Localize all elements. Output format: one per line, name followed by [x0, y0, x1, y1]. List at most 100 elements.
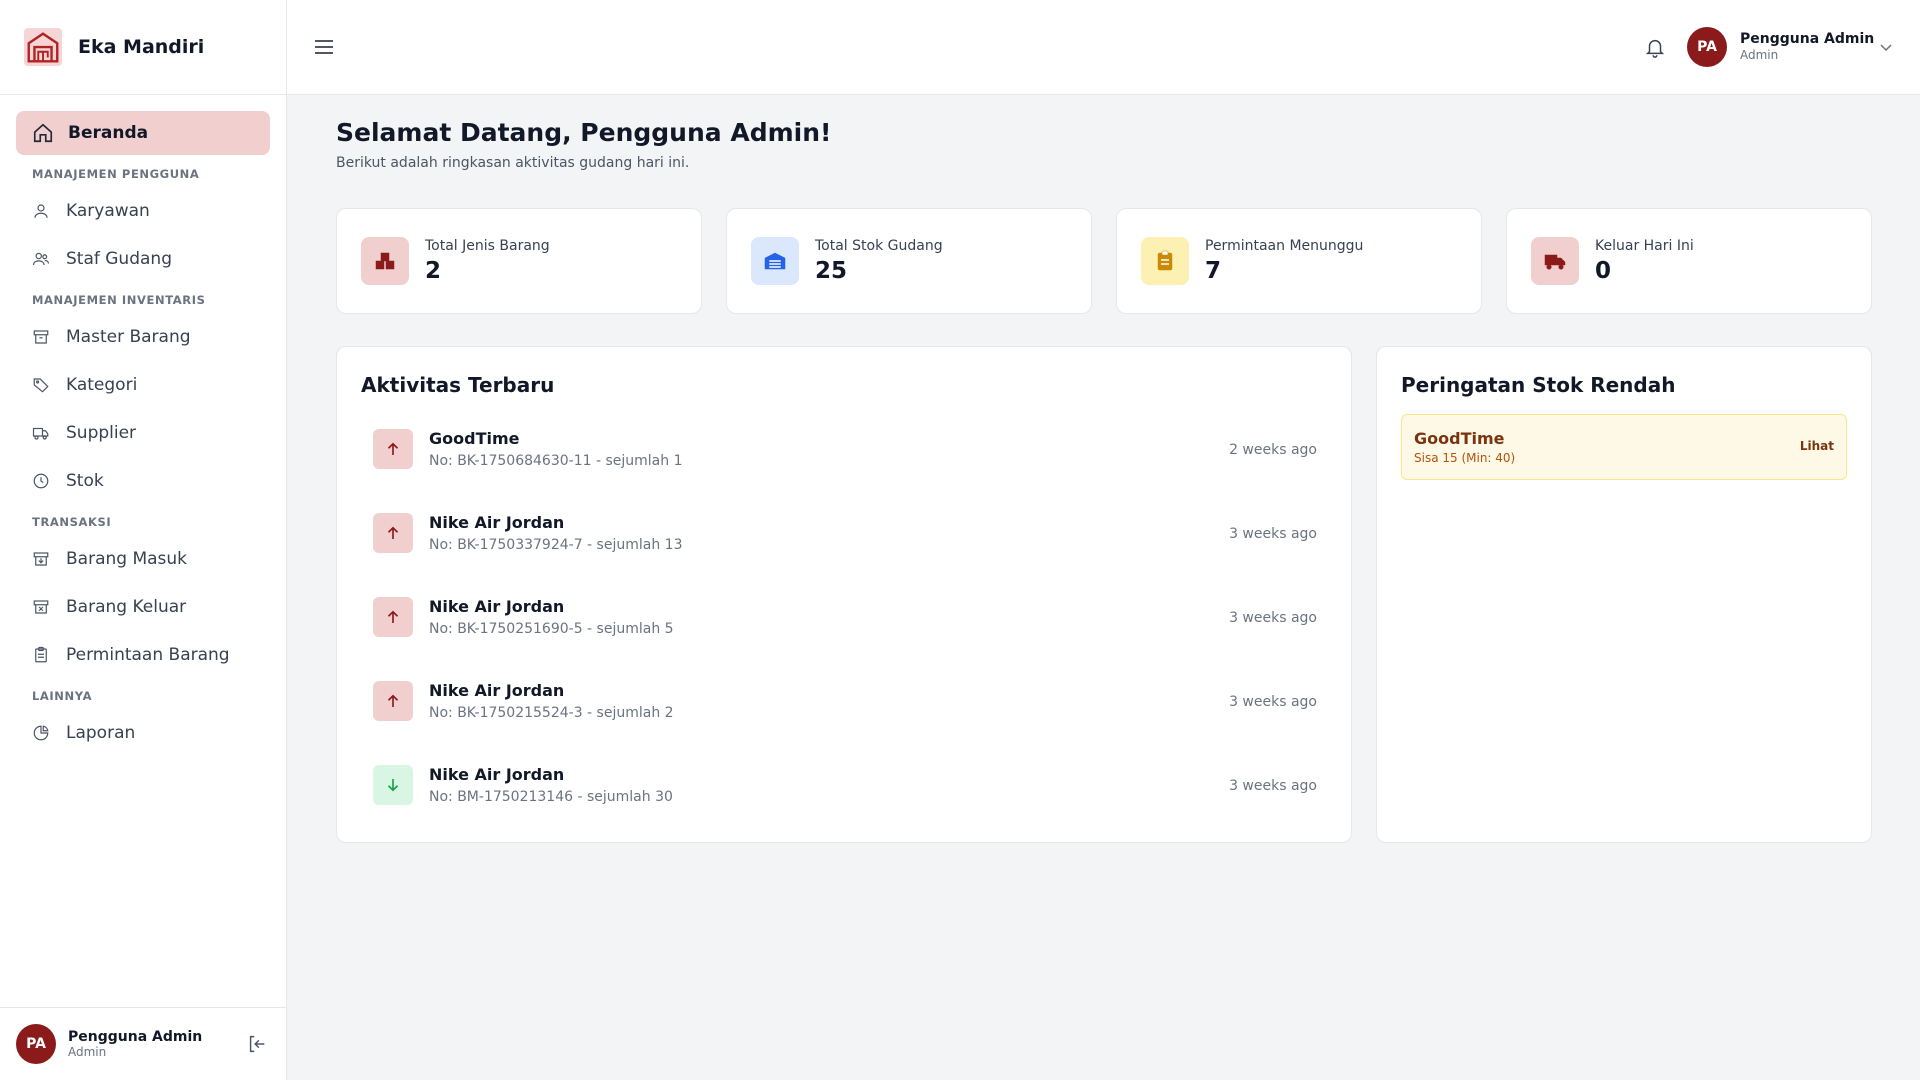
bell-icon[interactable] [1644, 35, 1666, 59]
header-avatar[interactable]: PA [1687, 27, 1727, 67]
stat-card: Total Jenis Barang 2 [336, 208, 702, 314]
activity-item: Nike Air Jordan No: BK-1750337924-7 - sej… [373, 511, 1317, 595]
top-header: PA Pengguna Admin Admin [287, 0, 1920, 95]
sidebar: Eka Mandiri Beranda MANAJEMEN PENGGUNA Ka… [0, 0, 287, 1080]
logout-icon[interactable] [246, 1033, 268, 1055]
stats-row: Total Jenis Barang 2 Total Stok Gudang 25 Pe… [336, 208, 1872, 314]
activity-item: Nike Air Jordan No: BM-1750213146 - sejum… [373, 763, 1317, 847]
sidebar-nav: Beranda MANAJEMEN PENGGUNA Karyawan Staf G… [0, 95, 286, 755]
clipboard-icon [32, 646, 50, 664]
clock-icon [32, 472, 50, 490]
tag-icon [32, 376, 50, 394]
low-stock-item-name: GoodTime [1414, 429, 1505, 448]
stat-label: Total Stok Gudang [815, 238, 943, 254]
activity-item: GoodTime No: BK-1750684630-11 - sejumlah … [373, 427, 1317, 511]
page-title: Selamat Datang, Pengguna Admin! [336, 118, 832, 147]
low-stock-view-link[interactable]: Lihat [1800, 439, 1834, 453]
arrow-up-icon [373, 597, 413, 637]
brand-name: Eka Mandiri [78, 36, 205, 58]
brand[interactable]: Eka Mandiri [0, 0, 286, 95]
activity-list: GoodTime No: BK-1750684630-11 - sejumlah … [373, 427, 1317, 847]
sidebar-item-label: Kategori [66, 375, 138, 395]
sidebar-item-label: Barang Keluar [66, 597, 187, 617]
boxes-icon [361, 237, 409, 285]
archive-icon [32, 328, 50, 346]
sidebar-item-stok[interactable]: Stok [16, 459, 270, 503]
sidebar-item-supplier[interactable]: Supplier [16, 411, 270, 455]
pie-chart-icon [32, 724, 50, 742]
sidebar-item-label: Permintaan Barang [66, 645, 230, 665]
sidebar-item-staf-gudang[interactable]: Staf Gudang [16, 237, 270, 281]
page-subtitle: Berikut adalah ringkasan aktivitas gudan… [336, 155, 690, 171]
sidebar-item-label: Stok [66, 471, 104, 491]
main-content: Selamat Datang, Pengguna Admin! Berikut … [336, 95, 1872, 843]
stat-value: 2 [425, 258, 442, 284]
sidebar-item-permintaan-barang[interactable]: Permintaan Barang [16, 633, 270, 677]
activity-detail: No: BK-1750684630-11 - sejumlah 1 [429, 453, 683, 469]
activity-time: 3 weeks ago [1229, 526, 1317, 542]
sidebar-section-label: MANAJEMEN INVENTARIS [32, 293, 206, 307]
warehouse-icon [751, 237, 799, 285]
hamburger-menu-icon[interactable] [313, 37, 335, 57]
activity-detail: No: BK-1750337924-7 - sejumlah 13 [429, 537, 683, 553]
sidebar-item-label: Supplier [66, 423, 137, 443]
box-out-icon [32, 598, 50, 616]
activity-time: 3 weeks ago [1229, 778, 1317, 794]
recent-activity-card: Aktivitas Terbaru GoodTime No: BK-1750684… [336, 346, 1352, 843]
activity-detail: No: BM-1750213146 - sejumlah 30 [429, 789, 673, 805]
box-in-icon [32, 550, 50, 568]
activity-detail: No: BK-1750251690-5 - sejumlah 5 [429, 621, 674, 637]
truck-icon [32, 424, 50, 442]
users-icon [32, 250, 50, 268]
sidebar-section-label: TRANSAKSI [32, 515, 112, 529]
header-user-role: Admin [1740, 48, 1779, 62]
arrow-up-icon [373, 513, 413, 553]
clipboard-icon [1141, 237, 1189, 285]
arrow-up-icon [373, 681, 413, 721]
home-icon [32, 122, 54, 144]
activity-time: 3 weeks ago [1229, 610, 1317, 626]
sidebar-item-master-barang[interactable]: Master Barang [16, 315, 270, 359]
sidebar-item-label: Karyawan [66, 201, 150, 221]
stat-label: Permintaan Menunggu [1205, 238, 1364, 254]
warehouse-logo-icon [24, 28, 62, 66]
activity-item: Nike Air Jordan No: BK-1750215524-3 - sej… [373, 679, 1317, 763]
activity-title: Nike Air Jordan [429, 597, 565, 616]
user-role: Admin [68, 1045, 107, 1059]
sidebar-section-label: LAINNYA [32, 689, 93, 703]
stat-label: Keluar Hari Ini [1595, 238, 1694, 254]
stat-value: 0 [1595, 258, 1612, 284]
sidebar-section-label: MANAJEMEN PENGGUNA [32, 167, 200, 181]
low-stock-title: Peringatan Stok Rendah [1401, 373, 1676, 397]
user-icon [32, 202, 50, 220]
sidebar-item-label: Barang Masuk [66, 549, 188, 569]
arrow-down-icon [373, 765, 413, 805]
avatar[interactable]: PA [16, 1024, 56, 1064]
sidebar-item-barang-masuk[interactable]: Barang Masuk [16, 537, 270, 581]
activity-title: Nike Air Jordan [429, 765, 565, 784]
truck-icon [1531, 237, 1579, 285]
sidebar-item-label: Laporan [66, 723, 136, 743]
sidebar-item-laporan[interactable]: Laporan [16, 711, 270, 755]
sidebar-item-label: Beranda [68, 123, 149, 143]
low-stock-item-detail: Sisa 15 (Min: 40) [1414, 451, 1516, 465]
chevron-down-icon[interactable] [1879, 42, 1893, 52]
activity-title: GoodTime [429, 429, 520, 448]
header-user[interactable]: Pengguna Admin Admin [1740, 31, 1874, 62]
stat-card: Keluar Hari Ini 0 [1506, 208, 1872, 314]
sidebar-item-karyawan[interactable]: Karyawan [16, 189, 270, 233]
arrow-up-icon [373, 429, 413, 469]
activity-title: Nike Air Jordan [429, 513, 565, 532]
stat-value: 25 [815, 258, 848, 284]
sidebar-item-label: Staf Gudang [66, 249, 172, 269]
activity-item: Nike Air Jordan No: BK-1750251690-5 - sej… [373, 595, 1317, 679]
sidebar-item-beranda[interactable]: Beranda [16, 111, 270, 155]
activity-time: 3 weeks ago [1229, 694, 1317, 710]
sidebar-item-kategori[interactable]: Kategori [16, 363, 270, 407]
activity-time: 2 weeks ago [1229, 442, 1317, 458]
activity-title: Nike Air Jordan [429, 681, 565, 700]
sidebar-item-barang-keluar[interactable]: Barang Keluar [16, 585, 270, 629]
stat-card: Total Stok Gudang 25 [726, 208, 1092, 314]
sidebar-item-label: Master Barang [66, 327, 191, 347]
recent-activity-title: Aktivitas Terbaru [361, 373, 555, 397]
